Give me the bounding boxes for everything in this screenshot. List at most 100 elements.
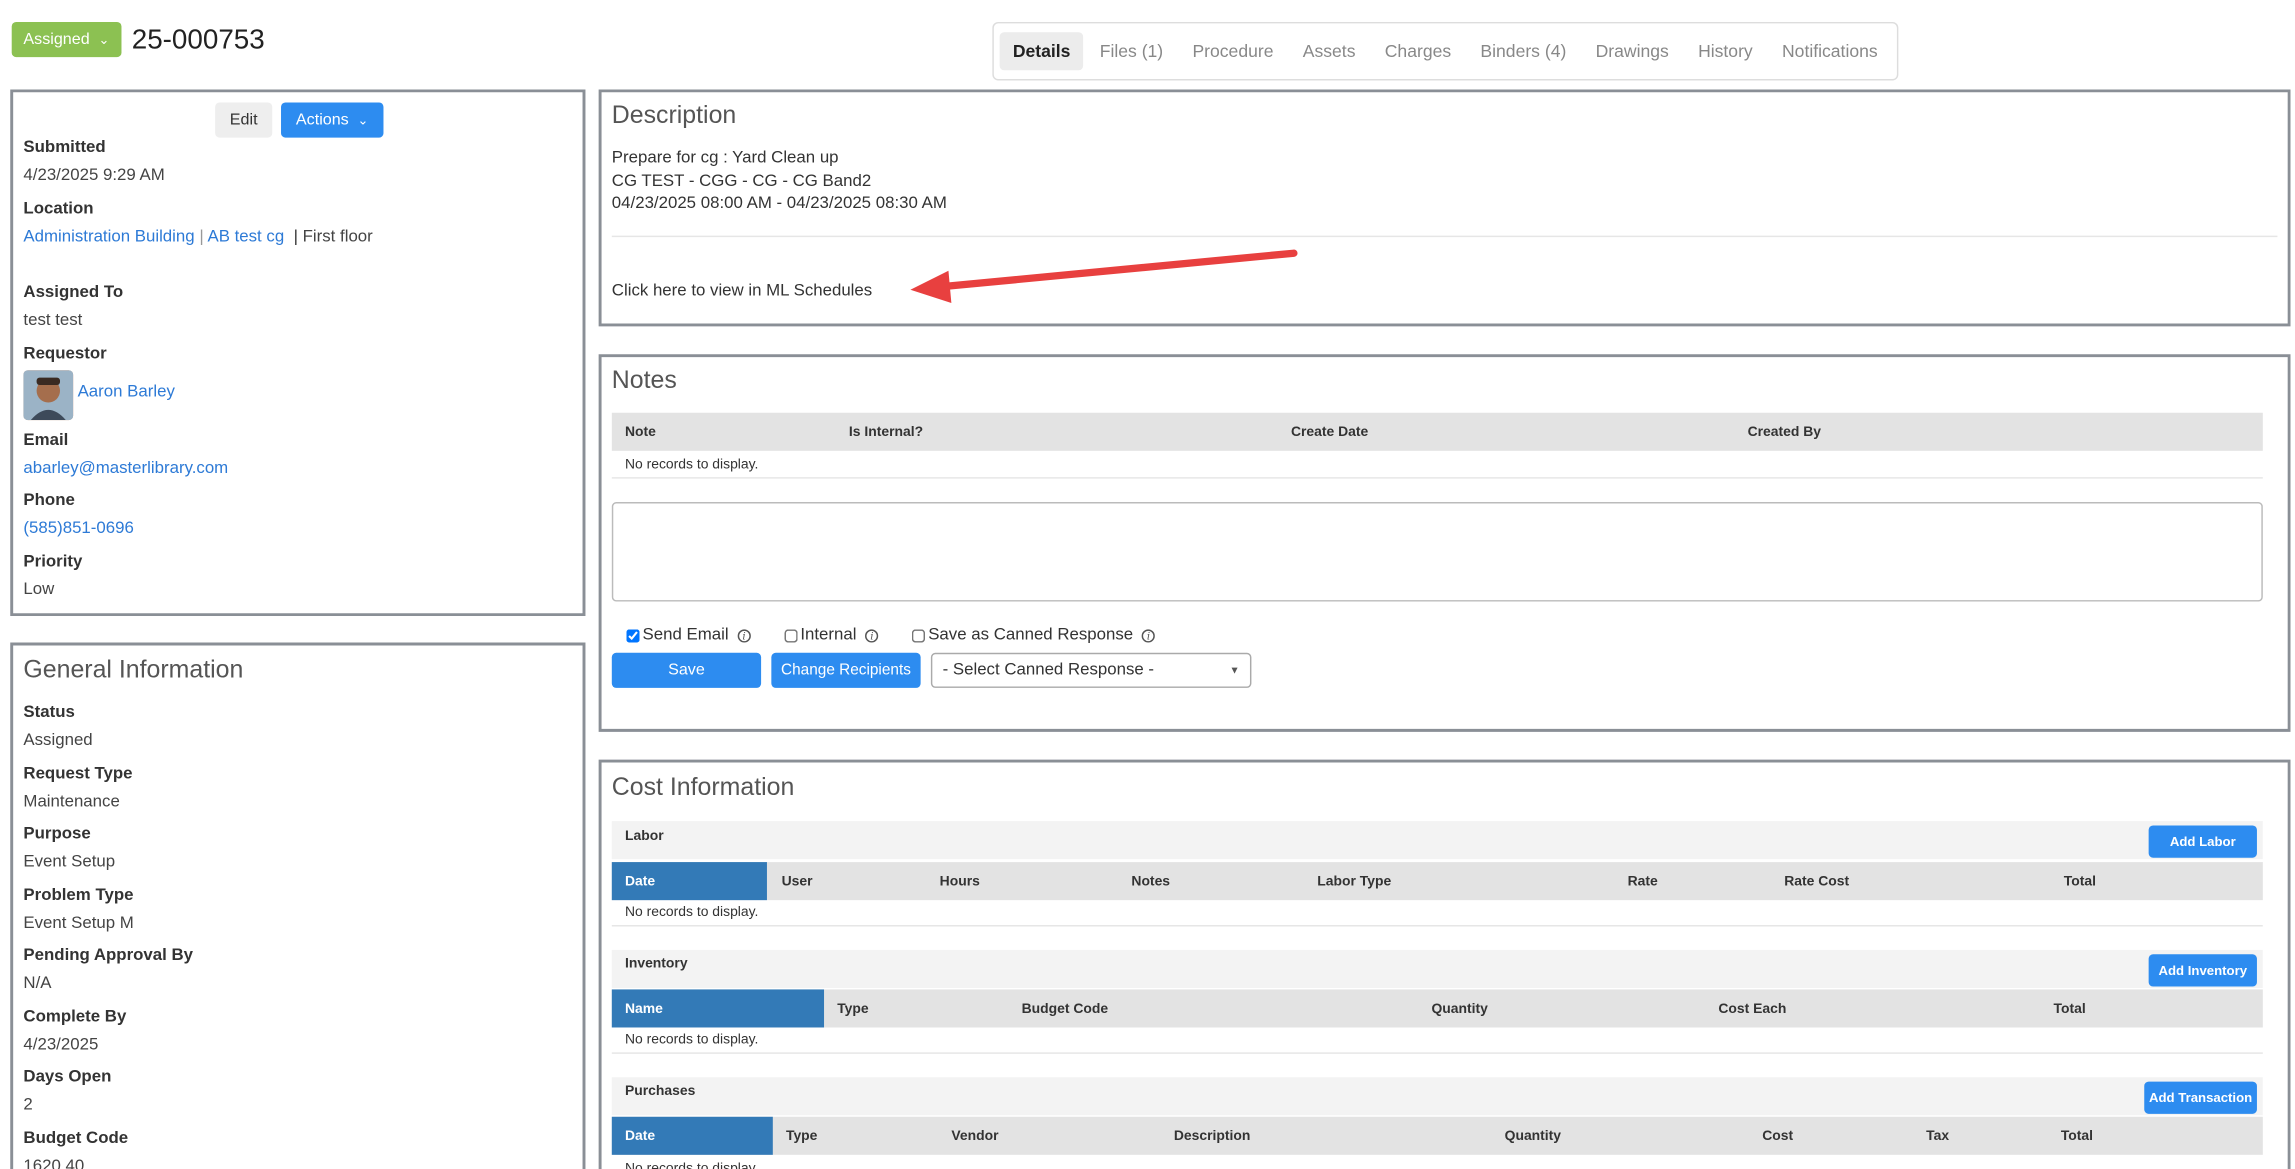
assigned-value: test test	[23, 311, 83, 330]
col-user[interactable]: User	[782, 873, 813, 889]
tab-files[interactable]: Files (1)	[1087, 32, 1177, 70]
tab-history[interactable]: History	[1685, 32, 1766, 70]
tab-procedure[interactable]: Procedure	[1179, 32, 1286, 70]
annotation-arrow-icon	[910, 249, 1298, 303]
tab-binders[interactable]: Binders (4)	[1467, 32, 1579, 70]
send-email-checkbox[interactable]	[626, 628, 640, 642]
ml-schedules-link[interactable]: Click here to view in ML Schedules	[612, 281, 872, 304]
col-date[interactable]: Date	[611, 862, 767, 901]
phone-link[interactable]: (585)851-0696	[23, 520, 133, 538]
empty-row: No records to display.	[624, 1160, 759, 1169]
field-label: Purpose	[23, 825, 91, 844]
info-icon[interactable]: i	[865, 628, 879, 642]
labor-section-bar: Labor Add Labor	[611, 821, 2263, 860]
location-building-link[interactable]: Administration Building	[23, 228, 194, 246]
divider	[611, 477, 2263, 479]
location-label: Location	[23, 200, 94, 219]
col-date[interactable]: Date	[611, 1116, 773, 1155]
col-created-by[interactable]: Created By	[1748, 424, 1821, 440]
field-value: Assigned	[23, 731, 93, 750]
col-total[interactable]: Total	[2054, 1000, 2086, 1016]
col-type[interactable]: Type	[786, 1128, 817, 1144]
send-email-label: Send Email	[642, 626, 729, 645]
status-label: Assigned	[23, 30, 90, 49]
submitted-label: Submitted	[23, 139, 106, 157]
inventory-section-bar: Inventory Add Inventory	[611, 949, 2263, 988]
internal-checkbox[interactable]	[784, 628, 798, 642]
labor-title: Labor	[624, 828, 664, 845]
info-icon[interactable]: i	[1141, 628, 1156, 642]
col-total[interactable]: Total	[2061, 1128, 2093, 1144]
notes-panel: Notes Note Is Internal? Create Date Crea…	[599, 354, 2291, 732]
col-description[interactable]: Description	[1174, 1128, 1250, 1144]
add-labor-button[interactable]: Add Labor	[2148, 825, 2257, 858]
field-label: Budget Code	[23, 1129, 129, 1148]
description-line: Prepare for cg : Yard Clean up	[611, 149, 839, 167]
col-vendor[interactable]: Vendor	[951, 1128, 998, 1144]
location-floor: First floor	[302, 228, 373, 246]
col-cost[interactable]: Cost	[1762, 1128, 1793, 1144]
divider	[611, 235, 2278, 238]
edit-button[interactable]: Edit	[215, 102, 273, 138]
field-label: Problem Type	[23, 886, 134, 905]
description-title: Description	[611, 100, 737, 129]
col-notes[interactable]: Notes	[1131, 873, 1170, 889]
col-quantity[interactable]: Quantity	[1431, 1000, 1487, 1016]
requestor-label: Requestor	[23, 345, 107, 363]
col-rate-cost[interactable]: Rate Cost	[1784, 873, 1849, 889]
add-transaction-button[interactable]: Add Transaction	[2144, 1081, 2257, 1114]
field-label: Days Open	[23, 1068, 112, 1087]
tab-drawings[interactable]: Drawings	[1582, 32, 1682, 70]
col-is-internal[interactable]: Is Internal?	[849, 424, 923, 440]
field-value: N/A	[23, 974, 52, 993]
general-info-panel: General Information Status Assigned Requ…	[10, 643, 585, 1169]
col-budget-code[interactable]: Budget Code	[1022, 1000, 1109, 1016]
actions-button[interactable]: Actions ⌄	[281, 102, 384, 138]
field-label: Complete By	[23, 1008, 127, 1027]
col-name[interactable]: Name	[611, 989, 825, 1028]
tab-notifications[interactable]: Notifications	[1769, 32, 1891, 70]
col-labor-type[interactable]: Labor Type	[1317, 873, 1391, 889]
col-rate[interactable]: Rate	[1628, 873, 1658, 889]
canned-checkbox[interactable]	[912, 628, 926, 642]
field-value: Event Setup M	[23, 914, 134, 933]
request-number: 25-000753	[131, 24, 265, 56]
col-quantity[interactable]: Quantity	[1505, 1128, 1561, 1144]
empty-row: No records to display.	[624, 1031, 759, 1048]
email-link[interactable]: abarley@masterlibrary.com	[23, 460, 228, 478]
empty-row: No records to display.	[624, 904, 759, 921]
general-info-title: General Information	[23, 655, 244, 684]
field-label: Pending Approval By	[23, 946, 194, 965]
requestor-link[interactable]: Aaron Barley	[78, 383, 175, 401]
col-hours[interactable]: Hours	[940, 873, 980, 889]
email-label: Email	[23, 431, 69, 450]
col-tax[interactable]: Tax	[1926, 1128, 1949, 1144]
canned-response-select[interactable]: - Select Canned Response - ▼	[930, 652, 1252, 688]
note-textarea[interactable]	[611, 502, 2263, 602]
phone-label: Phone	[23, 491, 75, 510]
col-cost-each[interactable]: Cost Each	[1718, 1000, 1786, 1016]
status-dropdown[interactable]: Assigned ⌄	[11, 21, 122, 58]
tab-details[interactable]: Details	[999, 32, 1084, 71]
tab-assets[interactable]: Assets	[1290, 32, 1369, 70]
save-button[interactable]: Save	[611, 652, 762, 688]
field-value: Event Setup	[23, 853, 116, 871]
change-recipients-button[interactable]: Change Recipients	[771, 652, 921, 688]
tab-charges[interactable]: Charges	[1372, 32, 1465, 70]
purchases-section-bar: Purchases Add Transaction	[611, 1077, 2263, 1116]
col-type[interactable]: Type	[837, 1000, 868, 1016]
divider	[611, 925, 2263, 927]
info-icon[interactable]: i	[737, 628, 751, 642]
notes-title: Notes	[611, 365, 677, 394]
chevron-down-icon: ⌄	[357, 111, 369, 127]
col-create-date[interactable]: Create Date	[1291, 424, 1368, 440]
col-note[interactable]: Note	[625, 424, 656, 440]
col-total[interactable]: Total	[2064, 873, 2096, 889]
submitted-value: 4/23/2025 9:29 AM	[23, 166, 165, 185]
actions-label: Actions	[295, 111, 349, 129]
add-inventory-button[interactable]: Add Inventory	[2148, 954, 2257, 987]
assigned-label: Assigned To	[23, 283, 124, 302]
location-room-link[interactable]: AB test cg	[207, 228, 284, 246]
cost-title: Cost Information	[611, 772, 795, 801]
description-line: CG TEST - CGG - CG - CG Band2	[611, 172, 872, 191]
